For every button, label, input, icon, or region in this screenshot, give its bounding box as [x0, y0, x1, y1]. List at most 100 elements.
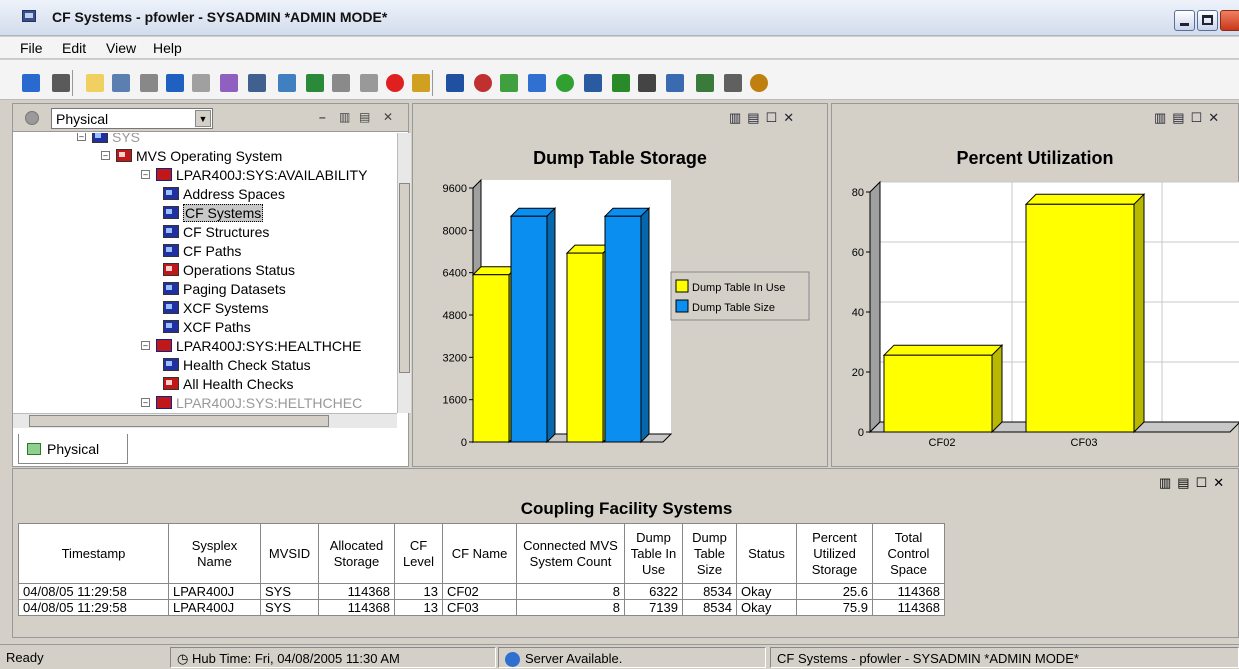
column-header[interactable]: Connected MVS System Count [516, 523, 625, 584]
table-cell: 8 [516, 583, 625, 600]
hub-time-text: Hub Time: Fri, 04/08/2005 11:30 AM [191, 651, 400, 666]
bar-cf02 [882, 343, 1004, 434]
workspace-icon[interactable] [166, 74, 184, 92]
close-panel-icon[interactable]: ✕ [383, 110, 393, 124]
notepad-icon[interactable] [612, 74, 630, 92]
column-header[interactable]: Dump Table Size [682, 523, 737, 584]
tree-item[interactable]: CF Systems [163, 203, 264, 222]
bar-side [546, 206, 556, 444]
plot-side-wall [869, 180, 881, 434]
expander-icon[interactable]: – [141, 170, 150, 179]
event-console-icon[interactable] [638, 74, 656, 92]
tree-item[interactable]: – LPAR400J:SYS:AVAILABILITY [141, 165, 367, 184]
terminal-icon[interactable] [724, 74, 742, 92]
stop-icon[interactable] [386, 74, 404, 92]
chevron-down-icon[interactable]: ▼ [195, 110, 211, 127]
graphic-view-icon[interactable] [666, 74, 684, 92]
tree-item[interactable]: XCF Systems [163, 298, 269, 317]
back-arrow-icon[interactable] [22, 74, 40, 92]
expander-icon[interactable]: – [101, 151, 110, 160]
tree-item-label: LPAR400J:SYS:AVAILABILITY [176, 166, 368, 183]
table-row[interactable]: 04/08/05 11:29:58 LPAR400J SYS 114368 13 CF03… [18, 599, 945, 616]
circular-gauge-icon[interactable] [556, 74, 574, 92]
column-header[interactable]: Status [736, 523, 797, 584]
bar-chart-icon[interactable] [500, 74, 518, 92]
column-header[interactable]: Allocated Storage [318, 523, 395, 584]
tree-item[interactable]: XCF Paths [163, 317, 251, 336]
y-tick-label: 40 [852, 307, 864, 319]
horizontal-scrollbar[interactable] [13, 413, 397, 428]
tab-physical[interactable]: Physical [18, 434, 128, 464]
properties-icon[interactable] [140, 74, 158, 92]
x-tick-label: CF03 [1071, 437, 1098, 449]
bar-cf03-size [603, 206, 651, 444]
split-vertical-icon[interactable]: ▥ [339, 110, 350, 124]
tree-item[interactable]: Paging Datasets [163, 279, 286, 298]
find-icon[interactable] [248, 74, 266, 92]
column-header[interactable]: CF Name [442, 523, 517, 584]
forward-arrow-icon[interactable] [52, 74, 70, 92]
dump-table-chart: 0 1600 3200 4800 6400 8000 9600 Dump Table In U… [443, 178, 810, 449]
navigator-header: Physical ▼ – ▥ ▤ ✕ [13, 104, 408, 132]
refresh-icon[interactable] [306, 74, 324, 92]
vertical-scrollbar[interactable] [397, 133, 411, 413]
network-icon[interactable] [220, 74, 238, 92]
sound-icon[interactable] [412, 74, 430, 92]
column-header[interactable]: Timestamp [18, 523, 169, 584]
expander-icon[interactable]: – [141, 398, 150, 407]
legend-label: Dump Table In Use [692, 282, 785, 294]
link-icon[interactable] [192, 74, 210, 92]
workspace-node-icon [163, 225, 179, 238]
table-cell: LPAR400J [168, 599, 261, 616]
tree-item[interactable]: – MVS Operating System [101, 146, 282, 165]
tree-item[interactable]: – SYS [77, 133, 140, 146]
close-button[interactable] [1220, 10, 1239, 31]
column-header[interactable]: Sysplex Name [168, 523, 261, 584]
help-icon[interactable] [278, 74, 296, 92]
menu-view[interactable]: View [106, 40, 136, 56]
scrollbar-thumb[interactable] [29, 415, 329, 427]
menu-edit[interactable]: Edit [62, 40, 86, 56]
tree-item[interactable]: Operations Status [163, 260, 295, 279]
column-header[interactable]: MVSID [260, 523, 319, 584]
tree-item-label: LPAR400J:SYS:HELTHCHEC [176, 394, 363, 411]
table-panel-controls[interactable]: ▥▤☐✕ [1159, 475, 1230, 491]
column-header[interactable]: CF Level [394, 523, 443, 584]
scrollbar-thumb[interactable] [399, 183, 410, 373]
server-status-text: Server Available. [525, 651, 623, 666]
tree-item[interactable]: – LPAR400J:SYS:HEALTHCHE [141, 336, 361, 355]
message-log-icon[interactable] [584, 74, 602, 92]
table-icon[interactable] [446, 74, 464, 92]
tree-item[interactable]: All Health Checks [163, 374, 294, 393]
tree-item[interactable]: CF Paths [163, 241, 241, 260]
bar-side [1133, 193, 1145, 434]
table-row[interactable]: 04/08/05 11:29:58 LPAR400J SYS 114368 13 CF02… [18, 583, 945, 600]
tree-item[interactable]: Address Spaces [163, 184, 285, 203]
save-icon[interactable] [112, 74, 130, 92]
tree-item[interactable]: CF Structures [163, 222, 269, 241]
menu-file[interactable]: File [20, 40, 43, 56]
take-action-icon[interactable] [696, 74, 714, 92]
menu-help[interactable]: Help [153, 40, 182, 56]
browser-icon[interactable] [750, 74, 768, 92]
cycle-icon[interactable] [360, 74, 378, 92]
plot-chart-icon[interactable] [528, 74, 546, 92]
situation-icon[interactable] [332, 74, 350, 92]
expander-icon[interactable]: – [141, 341, 150, 350]
split-horizontal-icon[interactable]: ▤ [359, 110, 370, 124]
minimize-panel-icon[interactable]: – [319, 110, 326, 124]
table-cell: 8 [516, 599, 625, 616]
tree-item[interactable]: – LPAR400J:SYS:HELTHCHEC [141, 393, 362, 412]
maximize-button[interactable] [1197, 10, 1218, 31]
table-cell: 8534 [682, 599, 737, 616]
tree-item[interactable]: Health Check Status [163, 355, 311, 374]
column-header[interactable]: Percent Utilized Storage [796, 523, 873, 584]
expander-icon[interactable]: – [77, 133, 86, 141]
new-icon[interactable] [86, 74, 104, 92]
workspace-node-icon [92, 133, 108, 143]
pie-chart-icon[interactable] [474, 74, 492, 92]
column-header[interactable]: Total Control Space [872, 523, 945, 584]
column-header[interactable]: Dump Table In Use [624, 523, 683, 584]
navigator-view-select[interactable]: Physical ▼ [51, 108, 213, 129]
minimize-button[interactable] [1174, 10, 1195, 31]
